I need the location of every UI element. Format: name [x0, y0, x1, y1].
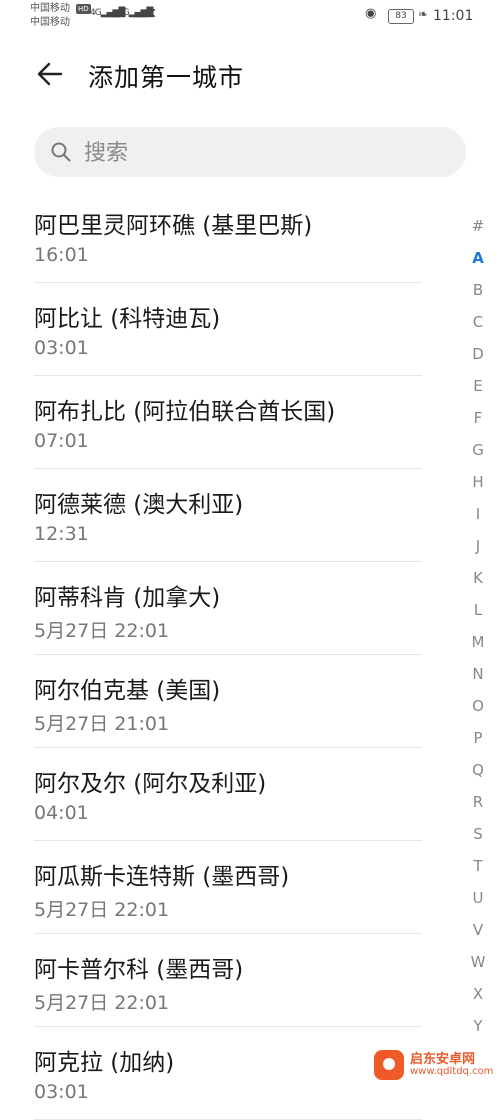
search-input[interactable]	[82, 127, 446, 179]
index-letter[interactable]: P	[462, 722, 494, 754]
arrow-left-icon	[37, 62, 63, 86]
city-time: 5月27日 22:01	[34, 992, 170, 1014]
city-time: 03:01	[34, 337, 89, 359]
index-letter[interactable]: G	[462, 434, 494, 466]
city-name: 阿克拉 (加纳)	[34, 1050, 175, 1076]
leaf-icon: ❧	[418, 7, 429, 21]
index-letter[interactable]: U	[462, 882, 494, 914]
index-letter[interactable]: O	[462, 690, 494, 722]
signal-label-1: 4G	[90, 8, 102, 18]
watermark: 启东安卓网 www.qdltdq.com	[372, 1044, 498, 1084]
index-letter[interactable]: J	[462, 530, 494, 562]
list-item[interactable]: 阿比让 (科特迪瓦) 03:01	[34, 283, 422, 376]
page-title: 添加第一城市	[88, 63, 245, 92]
list-item[interactable]: 阿瓜斯卡连特斯 (墨西哥) 5月27日 22:01	[34, 841, 422, 934]
battery-icon: 83	[388, 9, 414, 24]
watermark-url: www.qdltdq.com	[410, 1066, 494, 1077]
city-name: 阿比让 (科特迪瓦)	[34, 306, 221, 332]
city-time: 5月27日 22:01	[34, 620, 170, 642]
carrier-label-2: 中国移动	[30, 17, 70, 28]
status-bar: 中国移动 中国移动 HD 4G▂▄▆█ 4G▂▄▆█ ⧗ ◉ 83 ❧ 11:0…	[0, 0, 500, 36]
list-item[interactable]: 阿蒂科肯 (加拿大) 5月27日 22:01	[34, 562, 422, 655]
search-bar[interactable]	[34, 127, 466, 179]
battery-level: 83	[395, 11, 407, 21]
index-letter[interactable]: Y	[462, 1010, 494, 1042]
city-name: 阿德莱德 (澳大利亚)	[34, 492, 244, 518]
index-letter[interactable]: L	[462, 594, 494, 626]
city-name: 阿尔伯克基 (美国)	[34, 678, 221, 704]
index-letter[interactable]: H	[462, 466, 494, 498]
back-button[interactable]	[33, 56, 69, 92]
list-item[interactable]: 阿德莱德 (澳大利亚) 12:31	[34, 469, 422, 562]
signal-label-2: 4G	[118, 8, 130, 18]
index-letter[interactable]: C	[462, 306, 494, 338]
hourglass-icon: ⧗	[147, 6, 157, 21]
index-letter[interactable]: Q	[462, 754, 494, 786]
list-item[interactable]: 阿巴里灵阿环礁 (基里巴斯) 16:01	[34, 190, 422, 283]
list-item[interactable]: 阿布扎比 (阿拉伯联合酋长国) 07:01	[34, 376, 422, 469]
index-letter[interactable]: #	[462, 210, 494, 242]
carrier-label-1: 中国移动	[30, 3, 70, 14]
index-letter[interactable]: A	[462, 242, 494, 274]
hd-badge: HD	[76, 4, 91, 14]
index-letter[interactable]: D	[462, 338, 494, 370]
index-letter[interactable]: M	[462, 626, 494, 658]
city-name: 阿尔及尔 (阿尔及利亚)	[34, 771, 267, 797]
status-time: 11:01	[433, 8, 474, 24]
index-letter[interactable]: N	[462, 658, 494, 690]
city-time: 07:01	[34, 430, 89, 452]
index-letter[interactable]: W	[462, 946, 494, 978]
list-item[interactable]: 阿尔及尔 (阿尔及利亚) 04:01	[34, 748, 422, 841]
search-icon	[51, 142, 71, 162]
city-name: 阿瓜斯卡连特斯 (墨西哥)	[34, 864, 290, 890]
city-time: 03:01	[34, 1081, 89, 1103]
index-letter[interactable]: F	[462, 402, 494, 434]
city-name: 阿布扎比 (阿拉伯联合酋长国)	[34, 399, 336, 425]
alphabet-index[interactable]: # A B C D E F G H I J K L M N O P Q R S T U V W X Y	[462, 210, 494, 1042]
index-letter[interactable]: K	[462, 562, 494, 594]
city-name: 阿巴里灵阿环礁 (基里巴斯)	[34, 213, 313, 239]
city-time: 12:31	[34, 523, 89, 545]
index-letter[interactable]: T	[462, 850, 494, 882]
index-letter[interactable]: E	[462, 370, 494, 402]
index-letter[interactable]: R	[462, 786, 494, 818]
index-letter[interactable]: X	[462, 978, 494, 1010]
watermark-name: 启东安卓网	[410, 1052, 476, 1067]
index-letter[interactable]: I	[462, 498, 494, 530]
city-time: 5月27日 21:01	[34, 713, 170, 735]
city-time: 16:01	[34, 244, 89, 266]
city-time: 5月27日 22:01	[34, 899, 170, 921]
city-name: 阿卡普尔科 (墨西哥)	[34, 957, 244, 983]
list-item[interactable]: 阿尔伯克基 (美国) 5月27日 21:01	[34, 655, 422, 748]
index-letter[interactable]: V	[462, 914, 494, 946]
eye-icon: ◉	[365, 6, 377, 21]
index-letter[interactable]: B	[462, 274, 494, 306]
city-time: 04:01	[34, 802, 89, 824]
city-list: 阿巴里灵阿环礁 (基里巴斯) 16:01 阿比让 (科特迪瓦) 03:01 阿布…	[0, 190, 422, 1120]
list-item[interactable]: 阿卡普尔科 (墨西哥) 5月27日 22:01	[34, 934, 422, 1027]
index-letter[interactable]: S	[462, 818, 494, 850]
list-item[interactable]: 阿克拉 (加纳) 03:01	[34, 1027, 422, 1120]
watermark-logo-icon	[374, 1050, 404, 1080]
city-name: 阿蒂科肯 (加拿大)	[34, 585, 221, 611]
